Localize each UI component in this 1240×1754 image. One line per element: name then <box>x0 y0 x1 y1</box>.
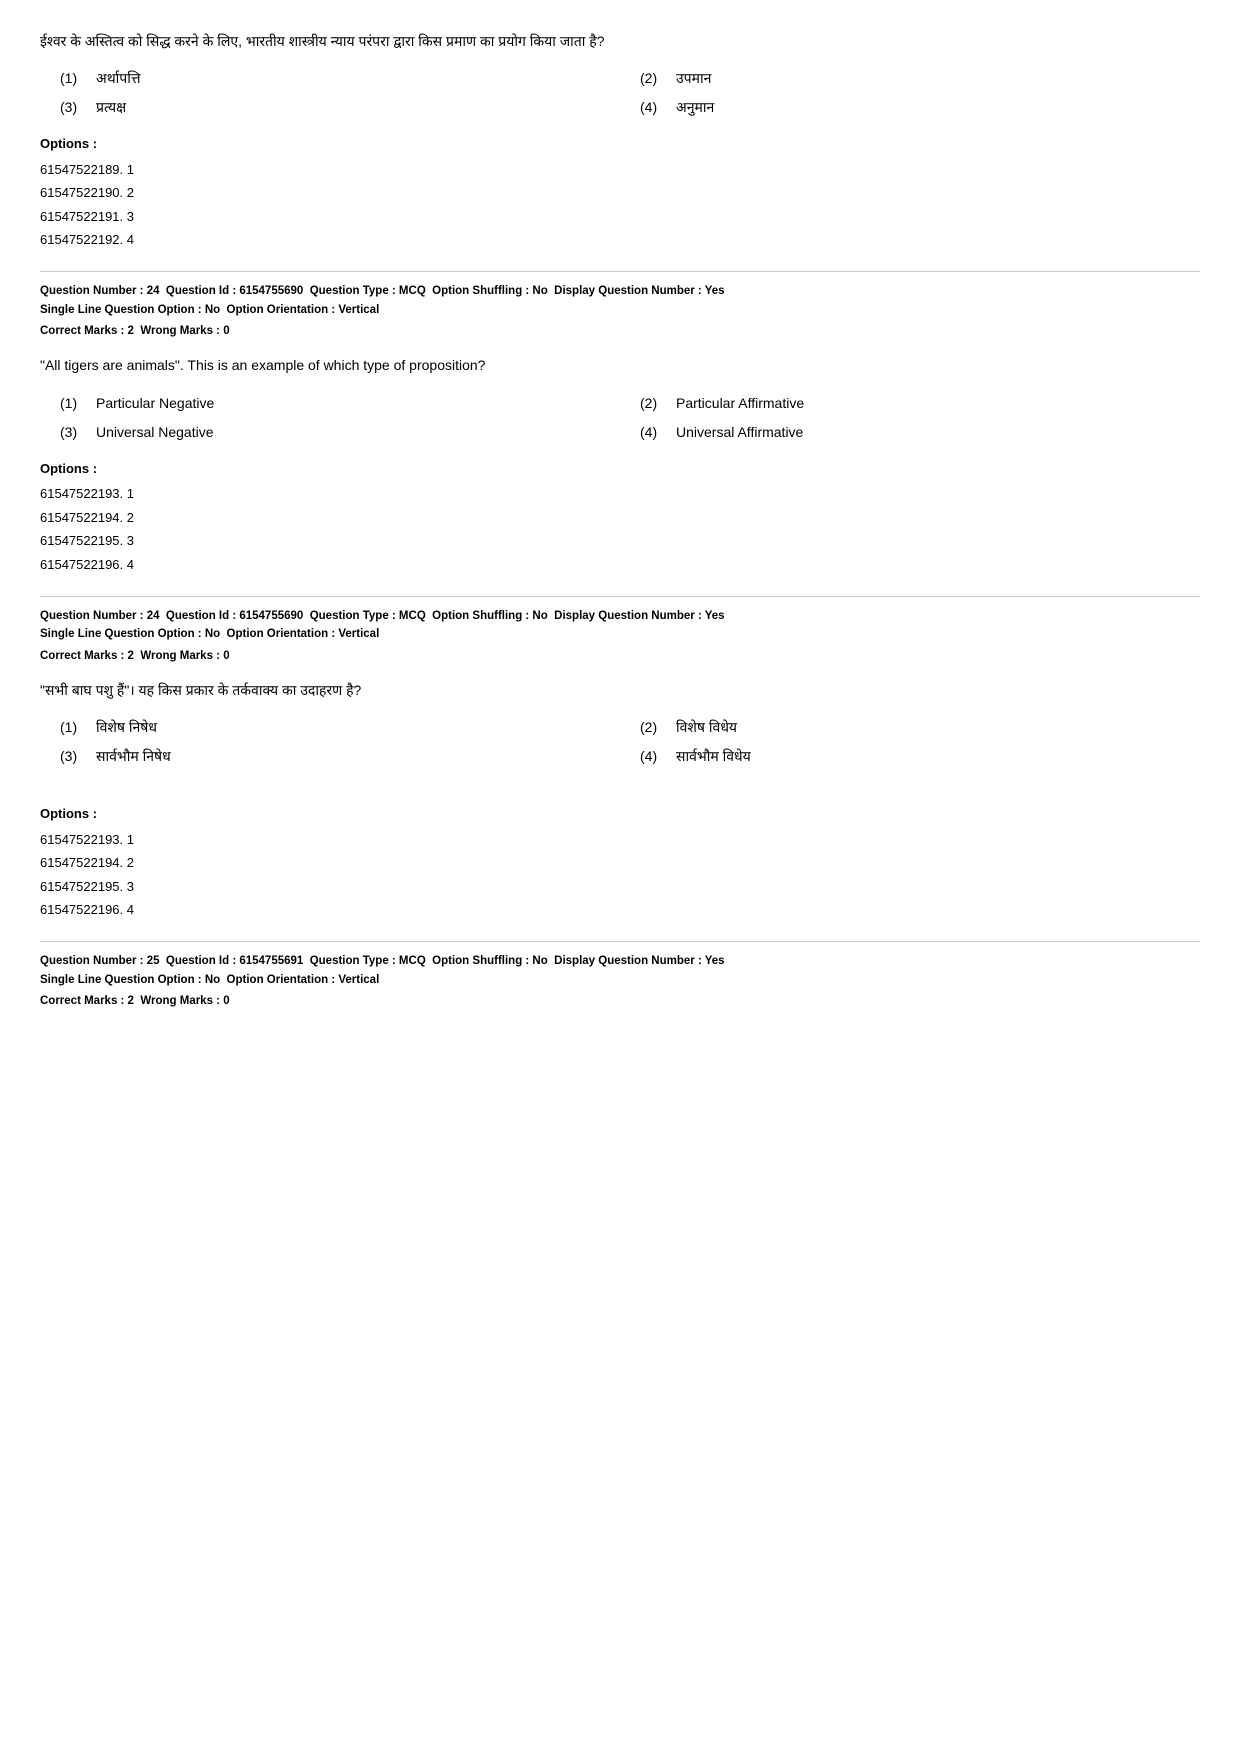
option-num-1: (1) <box>60 68 84 89</box>
question-text-q24-hindi: "सभी बाघ पशु हैं"। यह किस प्रकार के तर्क… <box>40 679 1200 701</box>
option-value-1: 61547522189. 1 <box>40 158 1200 181</box>
option-value-3: 61547522195. 3 <box>40 529 1200 552</box>
option-value-2: 61547522194. 2 <box>40 506 1200 529</box>
option-4-q24-hindi: (4) सार्वभौम विधेय <box>640 746 1200 767</box>
option-4-q24-english: (4) Universal Affirmative <box>640 422 1200 443</box>
option-value-2: 61547522194. 2 <box>40 851 1200 874</box>
option-2-q23-hindi: (2) उपमान <box>640 68 1200 89</box>
options-list-q24-english: 61547522193. 1 61547522194. 2 6154752219… <box>40 482 1200 576</box>
option-num-1: (1) <box>60 393 84 414</box>
option-text-3: सार्वभौम निषेध <box>96 746 171 767</box>
option-1-q24-english: (1) Particular Negative <box>60 393 620 414</box>
option-value-4: 61547522196. 4 <box>40 898 1200 921</box>
option-num-3: (3) <box>60 97 84 118</box>
option-num-1: (1) <box>60 717 84 738</box>
option-4-q23-hindi: (4) अनुमान <box>640 97 1200 118</box>
correct-marks-q25: Correct Marks : 2 Wrong Marks : 0 <box>40 993 1200 1010</box>
option-value-1: 61547522193. 1 <box>40 828 1200 851</box>
option-value-2: 61547522190. 2 <box>40 181 1200 204</box>
option-text-2: उपमान <box>676 68 711 89</box>
option-text-2: विशेष विधेय <box>676 717 737 738</box>
option-3-q23-hindi: (3) प्रत्यक्ष <box>60 97 620 118</box>
option-1-q24-hindi: (1) विशेष निषेध <box>60 717 620 738</box>
option-text-2: Particular Affirmative <box>676 393 804 414</box>
option-num-3: (3) <box>60 422 84 443</box>
correct-marks-q24-2: Correct Marks : 2 Wrong Marks : 0 <box>40 648 1200 665</box>
option-num-2: (2) <box>640 717 664 738</box>
option-num-4: (4) <box>640 746 664 767</box>
options-list-q24-hindi: 61547522193. 1 61547522194. 2 6154752219… <box>40 828 1200 922</box>
question-section-q23-hindi: ईश्वर के अस्तित्व को सिद्ध करने के लिए, … <box>40 30 1200 251</box>
question-section-q24-english: "All tigers are animals". This is an exa… <box>40 354 1200 575</box>
options-label-q24-hindi: Options : <box>40 804 1200 824</box>
option-value-4: 61547522192. 4 <box>40 228 1200 251</box>
option-2-q24-hindi: (2) विशेष विधेय <box>640 717 1200 738</box>
option-num-2: (2) <box>640 393 664 414</box>
option-3-q24-english: (3) Universal Negative <box>60 422 620 443</box>
option-2-q24-english: (2) Particular Affirmative <box>640 393 1200 414</box>
option-num-4: (4) <box>640 422 664 443</box>
question-meta-q24-2: Question Number : 24 Question Id : 61547… <box>40 596 1200 665</box>
option-text-4: अनुमान <box>676 97 714 118</box>
option-text-4: सार्वभौम विधेय <box>676 746 751 767</box>
options-grid-q24-hindi: (1) विशेष निषेध (2) विशेष विधेय (3) सार्… <box>40 717 1200 767</box>
option-value-4: 61547522196. 4 <box>40 553 1200 576</box>
option-num-4: (4) <box>640 97 664 118</box>
question-section-q24-hindi: "सभी बाघ पशु हैं"। यह किस प्रकार के तर्क… <box>40 679 1200 921</box>
option-text-1: Particular Negative <box>96 393 214 414</box>
option-num-2: (2) <box>640 68 664 89</box>
options-list-q23-hindi: 61547522189. 1 61547522190. 2 6154752219… <box>40 158 1200 252</box>
option-value-1: 61547522193. 1 <box>40 482 1200 505</box>
option-text-1: विशेष निषेध <box>96 717 157 738</box>
options-grid-q23-hindi: (1) अर्थापत्ति (2) उपमान (3) प्रत्यक्ष (… <box>40 68 1200 118</box>
meta-line1-q24-2: Question Number : 24 Question Id : 61547… <box>40 596 1200 644</box>
option-text-3: प्रत्यक्ष <box>96 97 126 118</box>
meta-line1-q24: Question Number : 24 Question Id : 61547… <box>40 271 1200 319</box>
option-text-1: अर्थापत्ति <box>96 68 141 89</box>
option-3-q24-hindi: (3) सार्वभौम निषेध <box>60 746 620 767</box>
correct-marks-q24: Correct Marks : 2 Wrong Marks : 0 <box>40 323 1200 340</box>
meta-line1-q25: Question Number : 25 Question Id : 61547… <box>40 941 1200 989</box>
question-text-q24-english: "All tigers are animals". This is an exa… <box>40 354 1200 376</box>
option-value-3: 61547522195. 3 <box>40 875 1200 898</box>
options-label-q24-english: Options : <box>40 459 1200 479</box>
question-meta-q25: Question Number : 25 Question Id : 61547… <box>40 941 1200 1010</box>
options-label-q23-hindi: Options : <box>40 134 1200 154</box>
option-value-3: 61547522191. 3 <box>40 205 1200 228</box>
option-text-4: Universal Affirmative <box>676 422 803 443</box>
question-meta-q24-1: Question Number : 24 Question Id : 61547… <box>40 271 1200 340</box>
question-text-q23-hindi: ईश्वर के अस्तित्व को सिद्ध करने के लिए, … <box>40 30 1200 52</box>
option-num-3: (3) <box>60 746 84 767</box>
options-grid-q24-english: (1) Particular Negative (2) Particular A… <box>40 393 1200 443</box>
option-1-q23-hindi: (1) अर्थापत्ति <box>60 68 620 89</box>
option-text-3: Universal Negative <box>96 422 214 443</box>
